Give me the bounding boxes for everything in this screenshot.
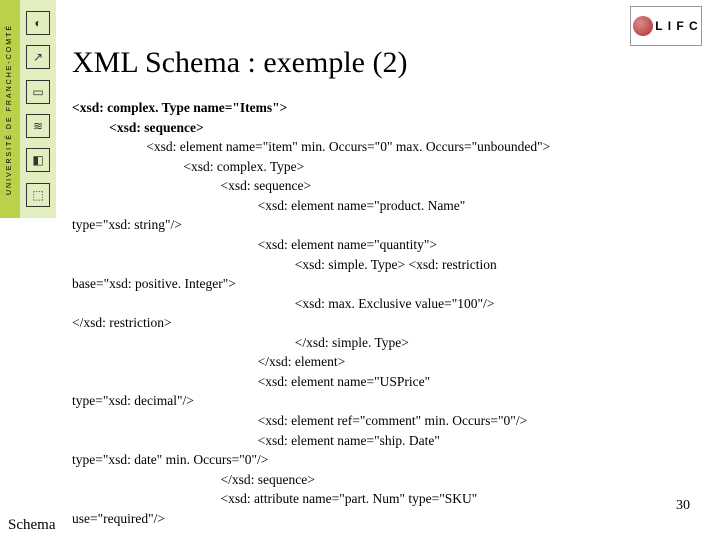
logo: L I F C (630, 6, 702, 46)
code-line-4: <xsd: complex. Type> (72, 159, 304, 174)
code-line-6b: type="xsd: string"/> (72, 217, 182, 232)
sidebar-icon-6: ⬚ (26, 183, 50, 207)
sidebar: UNIVERSITÉ DE FRANCHE-COMTÉ ◐ ↗ ▭ ≋ ◧ ⬚ (0, 0, 56, 218)
footer-label: Schema (8, 517, 55, 534)
code-line-3: <xsd: element name="item" min. Occurs="0… (72, 139, 550, 154)
code-line-9: <xsd: max. Exclusive value="100"/> (72, 296, 494, 311)
code-line-14b: type="xsd: date" min. Occurs="0"/> (72, 452, 268, 467)
code-line-16: <xsd: attribute name="part. Num" type="S… (72, 491, 477, 506)
sidebar-icons: ◐ ↗ ▭ ≋ ◧ ⬚ (20, 0, 56, 218)
logo-dot-icon (633, 16, 653, 36)
xml-code-block: <xsd: complex. Type name="Items"> <xsd: … (72, 98, 690, 528)
code-line-10: </xsd: simple. Type> (72, 335, 409, 350)
code-line-16b: use="required"/> (72, 511, 165, 526)
code-line-12: <xsd: element name="USPrice" (72, 374, 430, 389)
code-line-8b: base="xsd: positive. Integer"> (72, 276, 236, 291)
code-line-7: <xsd: element name="quantity"> (72, 237, 437, 252)
sidebar-icon-2: ↗ (26, 45, 50, 69)
sidebar-institution-label: UNIVERSITÉ DE FRANCHE-COMTÉ (7, 23, 14, 194)
code-line-11: </xsd: element> (72, 354, 345, 369)
code-line-2: <xsd: sequence> (72, 120, 204, 135)
code-line-8: <xsd: simple. Type> <xsd: restriction (72, 257, 497, 272)
logo-text: L I F C (655, 19, 698, 33)
code-line-1: <xsd: complex. Type name="Items"> (72, 100, 287, 115)
code-line-13: <xsd: element ref="comment" min. Occurs=… (72, 413, 527, 428)
sidebar-icon-4: ≋ (26, 114, 50, 138)
sidebar-icon-1: ◐ (26, 11, 50, 35)
code-line-6: <xsd: element name="product. Name" (72, 198, 465, 213)
code-line-9b: </xsd: restriction> (72, 315, 172, 330)
page-number: 30 (676, 498, 690, 514)
code-line-15: </xsd: sequence> (72, 472, 315, 487)
sidebar-institution-strip: UNIVERSITÉ DE FRANCHE-COMTÉ (0, 0, 20, 218)
code-line-14: <xsd: element name="ship. Date" (72, 433, 440, 448)
slide-title: XML Schema : exemple (2) (72, 46, 407, 80)
code-line-12b: type="xsd: decimal"/> (72, 393, 194, 408)
sidebar-icon-5: ◧ (26, 148, 50, 172)
code-line-5: <xsd: sequence> (72, 178, 311, 193)
sidebar-icon-3: ▭ (26, 80, 50, 104)
